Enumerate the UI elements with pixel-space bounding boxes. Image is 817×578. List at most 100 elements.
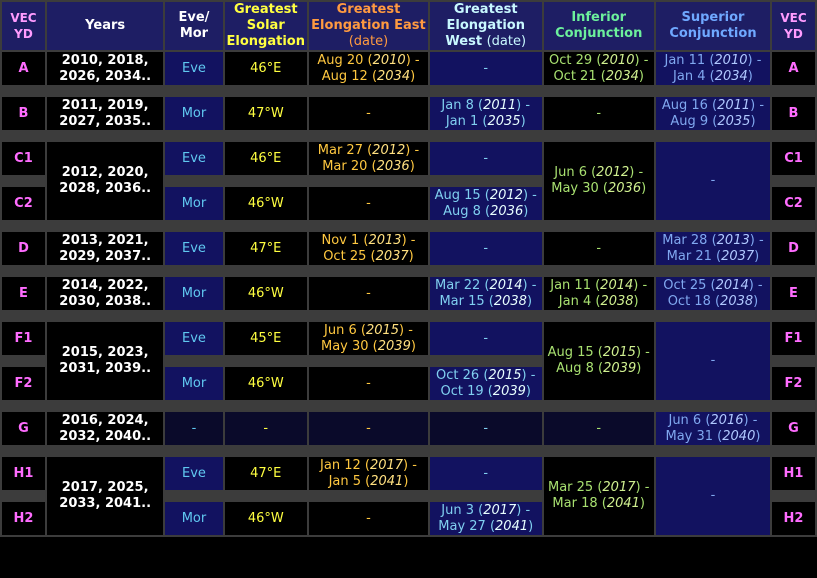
- superior-conjunction-cell: Aug 16 (2011) - Aug 9 (2035): [655, 97, 770, 130]
- elongation-east-cell-year-2: 2036: [376, 158, 410, 174]
- venus-elongation-table: VEC YD Years Eve/ Mor Greatest Solar Elo…: [0, 0, 817, 537]
- inferior-conjunction-cell-year-2: 2039: [603, 361, 637, 376]
- header-vec-yd-right: VEC YD: [772, 2, 815, 50]
- eve-mor-cell: Eve: [165, 322, 223, 355]
- table-row: E 2014, 2022, 2030, 2038.. Mor 46°W - Mar 22 …: [2, 277, 815, 310]
- vec-yd-right: F2: [772, 367, 815, 400]
- vec-yd-left: F1: [2, 322, 45, 355]
- elongation-west-cell-year-1: 2011: [483, 97, 517, 113]
- elongation-west-cell: -: [429, 322, 542, 355]
- header-east-label: Greatest Elongation East: [311, 2, 426, 33]
- elongation-west-cell-year-1: 2014: [489, 277, 523, 293]
- separator-row: [2, 312, 815, 320]
- table-body: A 2010, 2018, 2026, 2034.. Eve 46°E Aug 20 (…: [2, 52, 815, 535]
- elongation-east-cell-year-1: 2012: [372, 142, 406, 158]
- superior-conjunction-cell-year-1: 2011: [717, 97, 751, 113]
- vec-yd-left: A: [2, 52, 45, 85]
- vec-yd-left: F2: [2, 367, 45, 400]
- inferior-conjunction-cell-year-1: 2012: [596, 165, 630, 180]
- years-cell: 2015, 2023, 2031, 2039..: [46, 322, 164, 400]
- years-cell: 2012, 2020, 2028, 2036..: [46, 142, 164, 220]
- eve-mor-cell: Mor: [165, 97, 223, 130]
- elongation-west-cell: Jun 3 (2017) - May 27 (2041): [429, 502, 542, 535]
- superior-conjunction-cell-year-1: 2014: [715, 277, 749, 293]
- solar-elongation-cell: 47°E: [224, 232, 307, 265]
- elongation-west-cell: Aug 15 (2012) - Aug 8 (2036): [429, 187, 542, 220]
- superior-conjunction-cell-year-1: 2013: [716, 232, 750, 248]
- vec-yd-right: G: [772, 412, 815, 445]
- header-years: Years: [46, 2, 164, 50]
- vec-yd-left: H1: [2, 457, 45, 490]
- vec-yd-left: H2: [2, 502, 45, 535]
- separator-row: [2, 267, 815, 275]
- elongation-east-cell: -: [309, 412, 428, 445]
- superior-conjunction-cell-year-1: 2016: [710, 412, 744, 428]
- superior-conjunction-cell-year-2: 2038: [720, 293, 754, 309]
- separator: [2, 492, 45, 500]
- superior-conjunction-cell-year-1: 2010: [714, 52, 748, 68]
- separator: [2, 177, 45, 185]
- header-inferior-conjunction: Inferior Conjunction: [543, 2, 654, 50]
- inferior-conjunction-cell-year-2: 2038: [600, 293, 634, 309]
- inferior-conjunction-cell-year-2: 2034: [605, 68, 639, 84]
- superior-conjunction-cell-year-2: 2034: [714, 68, 748, 84]
- elongation-west-cell-year-1: 2012: [489, 187, 523, 203]
- separator-row: [2, 222, 815, 230]
- vec-yd-left: C2: [2, 187, 45, 220]
- inferior-conjunction-cell: Jun 6 (2012) - May 30 (2036): [543, 142, 654, 220]
- elongation-west-cell-year-1: 2017: [483, 502, 517, 518]
- elongation-east-cell: Mar 27 (2012) - Mar 20 (2036): [309, 142, 428, 175]
- elongation-west-cell: -: [429, 52, 542, 85]
- separator: [772, 492, 815, 500]
- solar-elongation-cell: 46°W: [224, 502, 307, 535]
- eve-mor-cell: Eve: [165, 142, 223, 175]
- vec-yd-right: H1: [772, 457, 815, 490]
- header-west-date: (date): [486, 34, 527, 49]
- table-row: G 2016, 2024, 2032, 2040.. - - - - - Jun 6 (201…: [2, 412, 815, 445]
- solar-elongation-cell: 46°E: [224, 52, 307, 85]
- separator: [772, 357, 815, 365]
- table-row: C1 2012, 2020, 2028, 2036.. Eve 46°E Mar 27 …: [2, 142, 815, 220]
- inferior-conjunction-cell: Aug 15 (2015) - Aug 8 (2039): [543, 322, 654, 400]
- elongation-east-cell: Nov 1 (2013) - Oct 25 (2037): [309, 232, 428, 265]
- separator: [2, 87, 815, 95]
- years-cell: 2016, 2024, 2032, 2040..: [46, 412, 164, 445]
- elongation-west-cell-year-2: 2035: [487, 113, 521, 129]
- years-cell: 2013, 2021, 2029, 2037..: [46, 232, 164, 265]
- eve-mor-cell: Mor: [165, 367, 223, 400]
- inferior-conjunction-cell: Jan 11 (2014) - Jan 4 (2038): [543, 277, 654, 310]
- table-row: F1 2015, 2023, 2031, 2039.. Eve 45°E Jun 6 (…: [2, 322, 815, 400]
- years-cell: 2010, 2018, 2026, 2034..: [46, 52, 164, 85]
- elongation-east-cell: -: [309, 187, 428, 220]
- vec-yd-right: A: [772, 52, 815, 85]
- vec-yd-right: C1: [772, 142, 815, 175]
- elongation-west-cell: Oct 26 (2015) - Oct 19 (2039): [429, 367, 542, 400]
- vec-yd-right: H2: [772, 502, 815, 535]
- inferior-conjunction-cell: -: [543, 97, 654, 130]
- superior-conjunction-cell: -: [655, 457, 770, 535]
- eve-mor-cell: -: [165, 412, 223, 445]
- superior-conjunction-cell: -: [655, 322, 770, 400]
- separator-row: [2, 402, 815, 410]
- elongation-west-cell-year-2: 2036: [490, 203, 524, 219]
- elongation-east-cell: Jun 6 (2015) - May 30 (2039): [309, 322, 428, 355]
- inferior-conjunction-cell-year-2: 2036: [608, 181, 642, 196]
- eve-mor-cell: Mor: [165, 187, 223, 220]
- inferior-conjunction-cell-year-1: 2014: [600, 277, 634, 293]
- inferior-conjunction-cell: -: [543, 412, 654, 445]
- solar-elongation-cell: 46°W: [224, 277, 307, 310]
- eve-mor-cell: Mor: [165, 502, 223, 535]
- superior-conjunction-cell: -: [655, 142, 770, 220]
- vec-yd-left: D: [2, 232, 45, 265]
- vec-yd-left: E: [2, 277, 45, 310]
- superior-conjunction-cell: Oct 25 (2014) - Oct 18 (2038): [655, 277, 770, 310]
- table-row: H1 2017, 2025, 2033, 2041.. Eve 47°E Jan 12 …: [2, 457, 815, 535]
- separator: [165, 177, 542, 185]
- separator: [165, 357, 542, 365]
- solar-elongation-cell: 46°E: [224, 142, 307, 175]
- elongation-east-cell: -: [309, 502, 428, 535]
- superior-conjunction-cell: Jan 11 (2010) - Jan 4 (2034): [655, 52, 770, 85]
- separator: [2, 222, 815, 230]
- header-eve-mor: Eve/ Mor: [165, 2, 223, 50]
- inferior-conjunction-cell: -: [543, 232, 654, 265]
